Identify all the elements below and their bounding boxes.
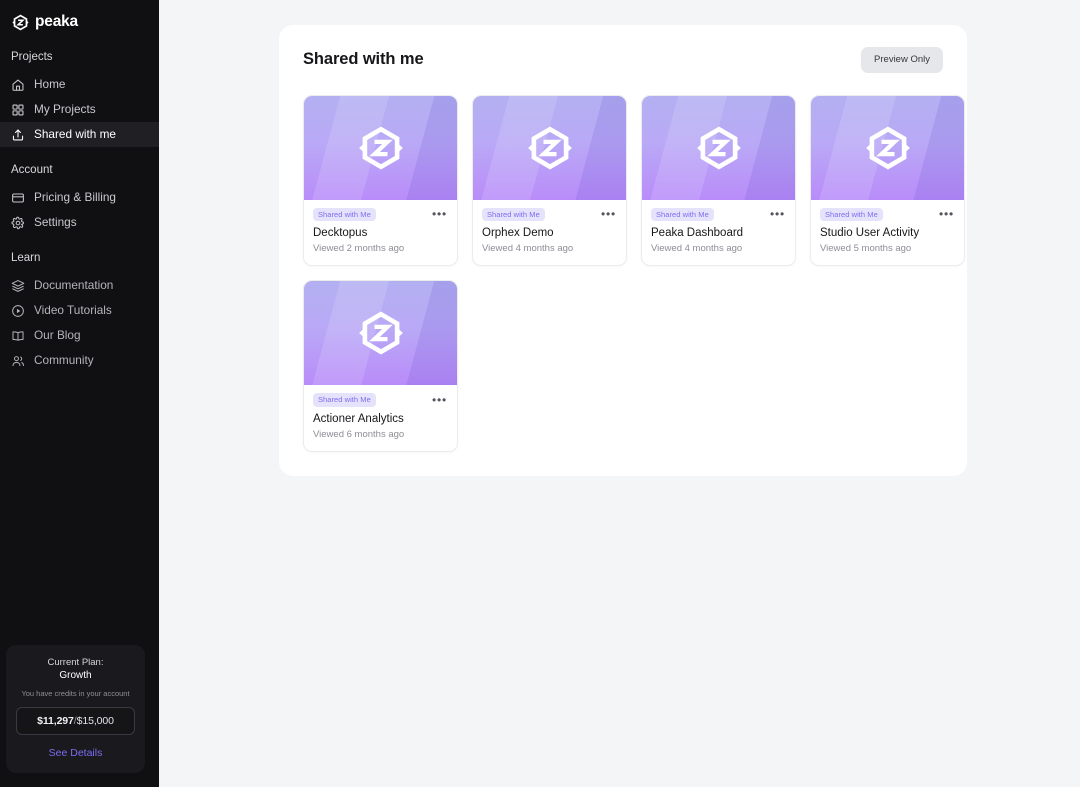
peaka-hex-logo-icon (358, 311, 403, 355)
credit-card-icon (11, 191, 25, 205)
project-body: Shared with Me ••• Decktopus Viewed 2 mo… (304, 200, 457, 266)
panel-header: Shared with me Preview Only (303, 47, 943, 73)
peaka-hex-logo-icon (527, 126, 572, 169)
peaka-hex-logo-icon (696, 126, 741, 169)
brand-logo[interactable]: peaka (0, 0, 159, 34)
sidebar-item-home-label: Home (34, 76, 66, 91)
gear-icon (11, 216, 25, 230)
project-name: Decktopus (313, 227, 368, 239)
sidebar-item-community-label: Community (34, 352, 94, 367)
share-upload-icon (11, 128, 25, 142)
project-thumbnail (642, 95, 795, 200)
peaka-hex-logo-icon (358, 126, 403, 169)
status-badge: Shared with Me (313, 207, 376, 221)
sidebar-item-pricing-billing-label: Pricing & Billing (34, 189, 116, 204)
shared-with-me-panel: Shared with me Preview Only Shared with … (279, 25, 967, 476)
project-name: Peaka Dashboard (651, 227, 744, 239)
project-name: Studio User Activity (820, 227, 920, 239)
current-plan-card: Current Plan: Growth You have credits in… (6, 645, 145, 773)
page-title: Shared with me (303, 50, 424, 69)
project-thumbnail (473, 95, 626, 200)
project-menu-icon[interactable]: ••• (600, 208, 617, 220)
status-badge: Shared with Me (651, 207, 714, 221)
project-thumbnail (811, 95, 964, 200)
sidebar-item-settings-label: Settings (34, 214, 77, 229)
sidebar-nav-projects: Home My Projects Shared with me (0, 72, 159, 147)
project-menu-icon[interactable]: ••• (431, 208, 448, 220)
plan-credits-note: You have credits in your account (21, 689, 130, 698)
project-viewed: Viewed 4 months ago (482, 243, 574, 254)
sidebar-item-video-tutorials[interactable]: Video Tutorials (0, 298, 159, 323)
project-name: Actioner Analytics (313, 412, 404, 425)
project-viewed: Viewed 5 months ago (820, 243, 912, 254)
sidebar-section-account-title: Account (11, 164, 53, 176)
sidebar-item-my-projects[interactable]: My Projects (0, 97, 159, 122)
status-badge: Shared with Me (820, 207, 883, 221)
sidebar-item-community[interactable]: Community (0, 348, 159, 373)
users-icon (11, 354, 25, 368)
project-viewed: Viewed 4 months ago (651, 243, 743, 254)
project-thumbnail (304, 95, 457, 200)
project-meta-row: Shared with Me ••• (482, 207, 617, 221)
project-card[interactable]: Shared with Me ••• Orphex Demo Viewed 4 … (472, 94, 627, 266)
project-menu-icon[interactable]: ••• (769, 208, 786, 220)
project-menu-icon[interactable]: ••• (938, 208, 955, 220)
projects-grid: Shared with Me ••• Decktopus Viewed 2 mo… (303, 94, 965, 452)
sidebar-item-shared-with-me[interactable]: Shared with me (0, 122, 159, 147)
project-menu-icon[interactable]: ••• (431, 394, 448, 406)
project-body: Shared with Me ••• Studio User Activity … (811, 200, 964, 266)
main-content: Shared with me Preview Only Shared with … (159, 0, 1080, 787)
brand-name: peaka (35, 13, 78, 31)
sidebar-item-pricing-billing[interactable]: Pricing & Billing (0, 185, 159, 210)
plan-name: Growth (59, 670, 92, 681)
sidebar-item-our-blog-label: Our Blog (34, 327, 81, 342)
book-open-icon (11, 329, 25, 343)
project-body: Shared with Me ••• Actioner Analytics Vi… (304, 385, 457, 451)
project-meta-row: Shared with Me ••• (313, 207, 448, 221)
preview-only-button[interactable]: Preview Only (861, 47, 943, 73)
sidebar-nav-learn: Documentation Video Tutorials Our Blog C… (0, 273, 159, 373)
sidebar-item-our-blog[interactable]: Our Blog (0, 323, 159, 348)
grid-icon (11, 103, 25, 117)
peaka-hex-logo-icon (865, 126, 910, 169)
project-viewed: Viewed 6 months ago (313, 428, 405, 440)
status-badge: Shared with Me (482, 207, 545, 221)
sidebar-section-projects-title: Projects (11, 51, 53, 63)
see-details-link[interactable]: See Details (16, 747, 135, 759)
project-meta-row: Shared with Me ••• (820, 207, 955, 221)
plan-credits-total: $15,000 (76, 715, 114, 727)
project-card[interactable]: Shared with Me ••• Decktopus Viewed 2 mo… (303, 94, 458, 266)
project-card[interactable]: Shared with Me ••• Actioner Analytics Vi… (303, 280, 458, 452)
play-circle-icon (11, 304, 25, 318)
project-card[interactable]: Shared with Me ••• Peaka Dashboard Viewe… (641, 94, 796, 266)
plan-label: Current Plan: (47, 657, 104, 668)
status-badge: Shared with Me (313, 393, 376, 407)
sidebar-item-home[interactable]: Home (0, 72, 159, 97)
sidebar-item-documentation[interactable]: Documentation (0, 273, 159, 298)
plan-credits-value: $11,297/$15,000 (16, 707, 135, 735)
project-thumbnail (304, 281, 457, 385)
sidebar-item-video-tutorials-label: Video Tutorials (34, 302, 112, 317)
sidebar-nav-account: Pricing & Billing Settings (0, 185, 159, 235)
plan-credits-used: $11,297 (37, 715, 74, 727)
project-viewed: Viewed 2 months ago (313, 243, 405, 254)
project-body: Shared with Me ••• Peaka Dashboard Viewe… (642, 200, 795, 266)
sidebar: peaka Projects Home My Projects Shared w… (0, 0, 159, 787)
sidebar-item-settings[interactable]: Settings (0, 210, 159, 235)
project-name: Orphex Demo (482, 227, 554, 239)
sidebar-item-documentation-label: Documentation (34, 277, 114, 292)
layers-icon (11, 279, 25, 293)
sidebar-item-my-projects-label: My Projects (34, 101, 96, 116)
home-icon (11, 78, 25, 92)
project-meta-row: Shared with Me ••• (313, 393, 448, 407)
peaka-hex-logo-icon (12, 14, 29, 31)
project-meta-row: Shared with Me ••• (651, 207, 786, 221)
sidebar-item-shared-with-me-label: Shared with me (34, 126, 116, 141)
project-card[interactable]: Shared with Me ••• Studio User Activity … (810, 94, 965, 266)
project-body: Shared with Me ••• Orphex Demo Viewed 4 … (473, 200, 626, 266)
sidebar-section-learn-title: Learn (11, 252, 41, 264)
